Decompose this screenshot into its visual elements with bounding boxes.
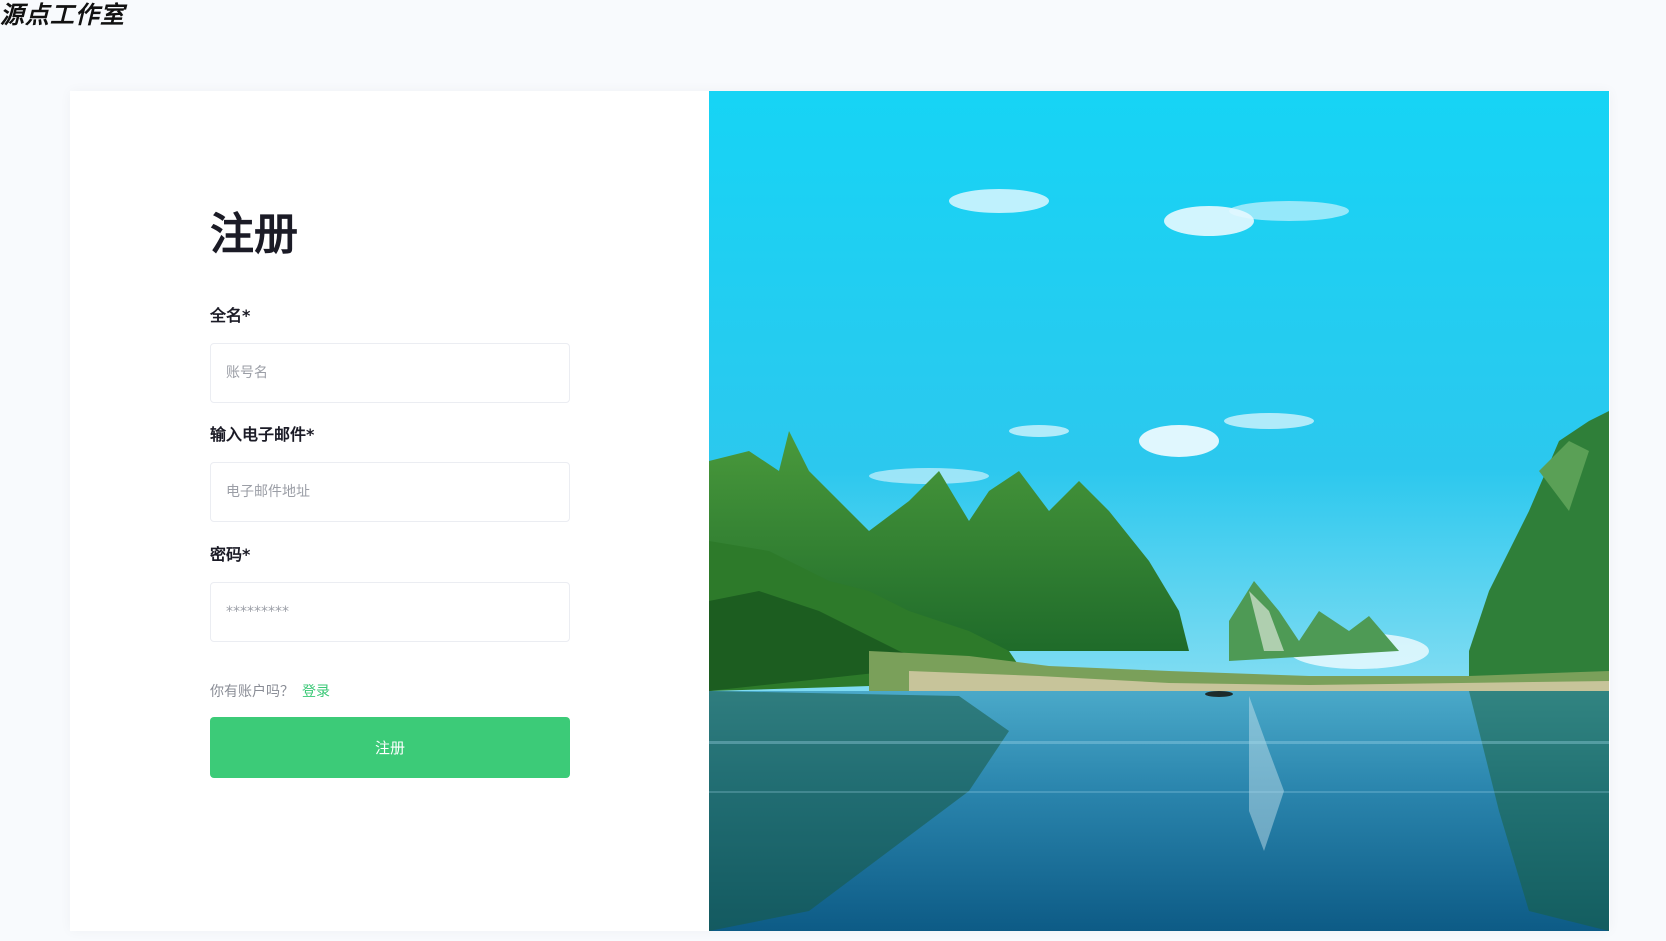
password-label: 密码* bbox=[210, 545, 251, 564]
register-button[interactable]: 注册 bbox=[210, 717, 570, 778]
register-card: 注册 全名* 输入电子邮件* 密码* 你有账户吗？ 登录 注册 bbox=[70, 91, 1610, 931]
name-label: 全名* bbox=[210, 306, 251, 325]
brand-logo-text: 源点工作室 bbox=[0, 1, 125, 29]
page-title: 注册 bbox=[210, 209, 298, 260]
register-form: 注册 全名* 输入电子邮件* 密码* 你有账户吗？ 登录 注册 bbox=[70, 91, 710, 931]
login-link[interactable]: 登录 bbox=[302, 684, 330, 700]
account-question: 你有账户吗？ bbox=[210, 684, 294, 700]
email-field[interactable] bbox=[210, 462, 570, 522]
login-prompt: 你有账户吗？ 登录 bbox=[210, 681, 330, 701]
email-label: 输入电子邮件* bbox=[210, 425, 315, 444]
landscape-image bbox=[709, 91, 1609, 931]
name-field[interactable] bbox=[210, 343, 570, 403]
password-field[interactable] bbox=[210, 582, 570, 642]
